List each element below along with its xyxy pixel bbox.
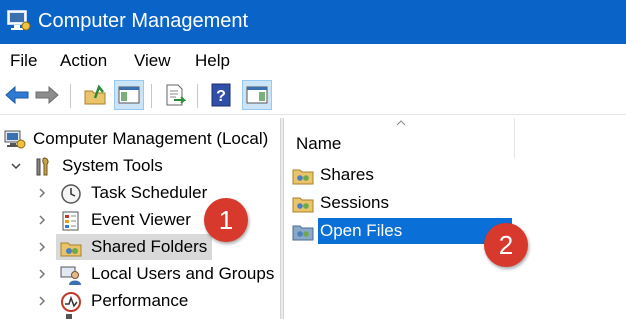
list-item-label: Shares: [320, 165, 374, 184]
tree-item-label: Shared Folders: [91, 237, 208, 256]
event-viewer-icon: [62, 211, 79, 231]
sessions-folder-icon: [292, 197, 314, 213]
menu-help[interactable]: Help: [193, 51, 232, 71]
back-arrow-icon: [5, 85, 29, 105]
chevron-right-icon[interactable]: [34, 180, 50, 206]
tree-item-performance[interactable]: Performance: [0, 288, 280, 314]
toolbar: ?: [0, 78, 626, 115]
tree-item-label: Local Users and Groups: [91, 264, 275, 283]
menu-bar: File Action View Help: [0, 44, 626, 78]
users-icon: [60, 266, 81, 285]
menu-view[interactable]: View: [132, 51, 173, 71]
menu-action[interactable]: Action: [58, 51, 109, 71]
show-hide-action-pane-button[interactable]: [242, 80, 272, 110]
open-files-folder-icon: [292, 225, 314, 241]
toolbar-separator: [197, 84, 198, 108]
tree-item-label: Task Scheduler: [91, 183, 208, 202]
sort-ascending-icon: [396, 120, 406, 126]
show-hide-console-tree-button[interactable]: [114, 80, 144, 110]
clock-icon: [61, 184, 81, 204]
chevron-right-icon[interactable]: [34, 288, 50, 314]
show-hide-action-pane-icon: [246, 86, 268, 104]
show-hide-console-tree-icon: [118, 86, 140, 104]
help-icon: ?: [211, 83, 231, 107]
toolbar-separator: [70, 84, 71, 108]
computer-management-icon: [4, 130, 26, 149]
toolbar-separator: [151, 84, 152, 108]
chevron-down-icon[interactable]: [8, 153, 24, 179]
computer-management-icon: [7, 10, 31, 31]
list-item-label: Sessions: [320, 193, 389, 212]
export-list-icon: [166, 84, 186, 106]
tree-item-label: Computer Management (Local): [33, 129, 269, 148]
chevron-right-icon[interactable]: [34, 234, 50, 260]
window-title: Computer Management: [38, 10, 249, 32]
callout-badge-2: 2: [484, 223, 528, 267]
back-button[interactable]: [2, 80, 32, 110]
title-bar: Computer Management: [0, 0, 626, 44]
tools-icon: [36, 157, 49, 176]
svg-text:?: ?: [216, 88, 226, 105]
list-item-sessions[interactable]: Sessions: [284, 190, 626, 216]
tree-item-label: Event Viewer: [91, 210, 191, 229]
next-tree-item-partial: [66, 314, 72, 319]
tree-item-root[interactable]: Computer Management (Local): [0, 126, 280, 152]
tree-item-local-users-and-groups[interactable]: Local Users and Groups: [0, 261, 280, 287]
list-item-shares[interactable]: Shares: [284, 162, 626, 188]
performance-icon: [61, 292, 81, 312]
tree-item-system-tools[interactable]: System Tools: [0, 153, 280, 179]
list-item-label: Open Files: [318, 218, 512, 244]
help-button[interactable]: ?: [206, 80, 236, 110]
details-list: Name Shares Sessions Open Files: [284, 118, 626, 319]
column-header-name[interactable]: Name: [284, 118, 515, 158]
callout-badge-1: 1: [204, 198, 248, 242]
tree-item-label: Performance: [91, 291, 189, 310]
up-folder-icon: [84, 84, 106, 105]
up-one-level-button[interactable]: [80, 80, 110, 110]
export-list-button[interactable]: [160, 80, 190, 110]
forward-button[interactable]: [32, 80, 62, 110]
tree-item-label: System Tools: [62, 156, 163, 175]
chevron-right-icon[interactable]: [34, 207, 50, 233]
menu-file[interactable]: File: [8, 51, 39, 71]
shares-folder-icon: [292, 169, 314, 185]
forward-arrow-icon: [35, 85, 59, 105]
column-header-label: Name: [296, 134, 342, 153]
chevron-right-icon[interactable]: [34, 261, 50, 287]
shared-folders-icon: [60, 242, 82, 257]
list-item-open-files[interactable]: Open Files: [284, 218, 626, 244]
